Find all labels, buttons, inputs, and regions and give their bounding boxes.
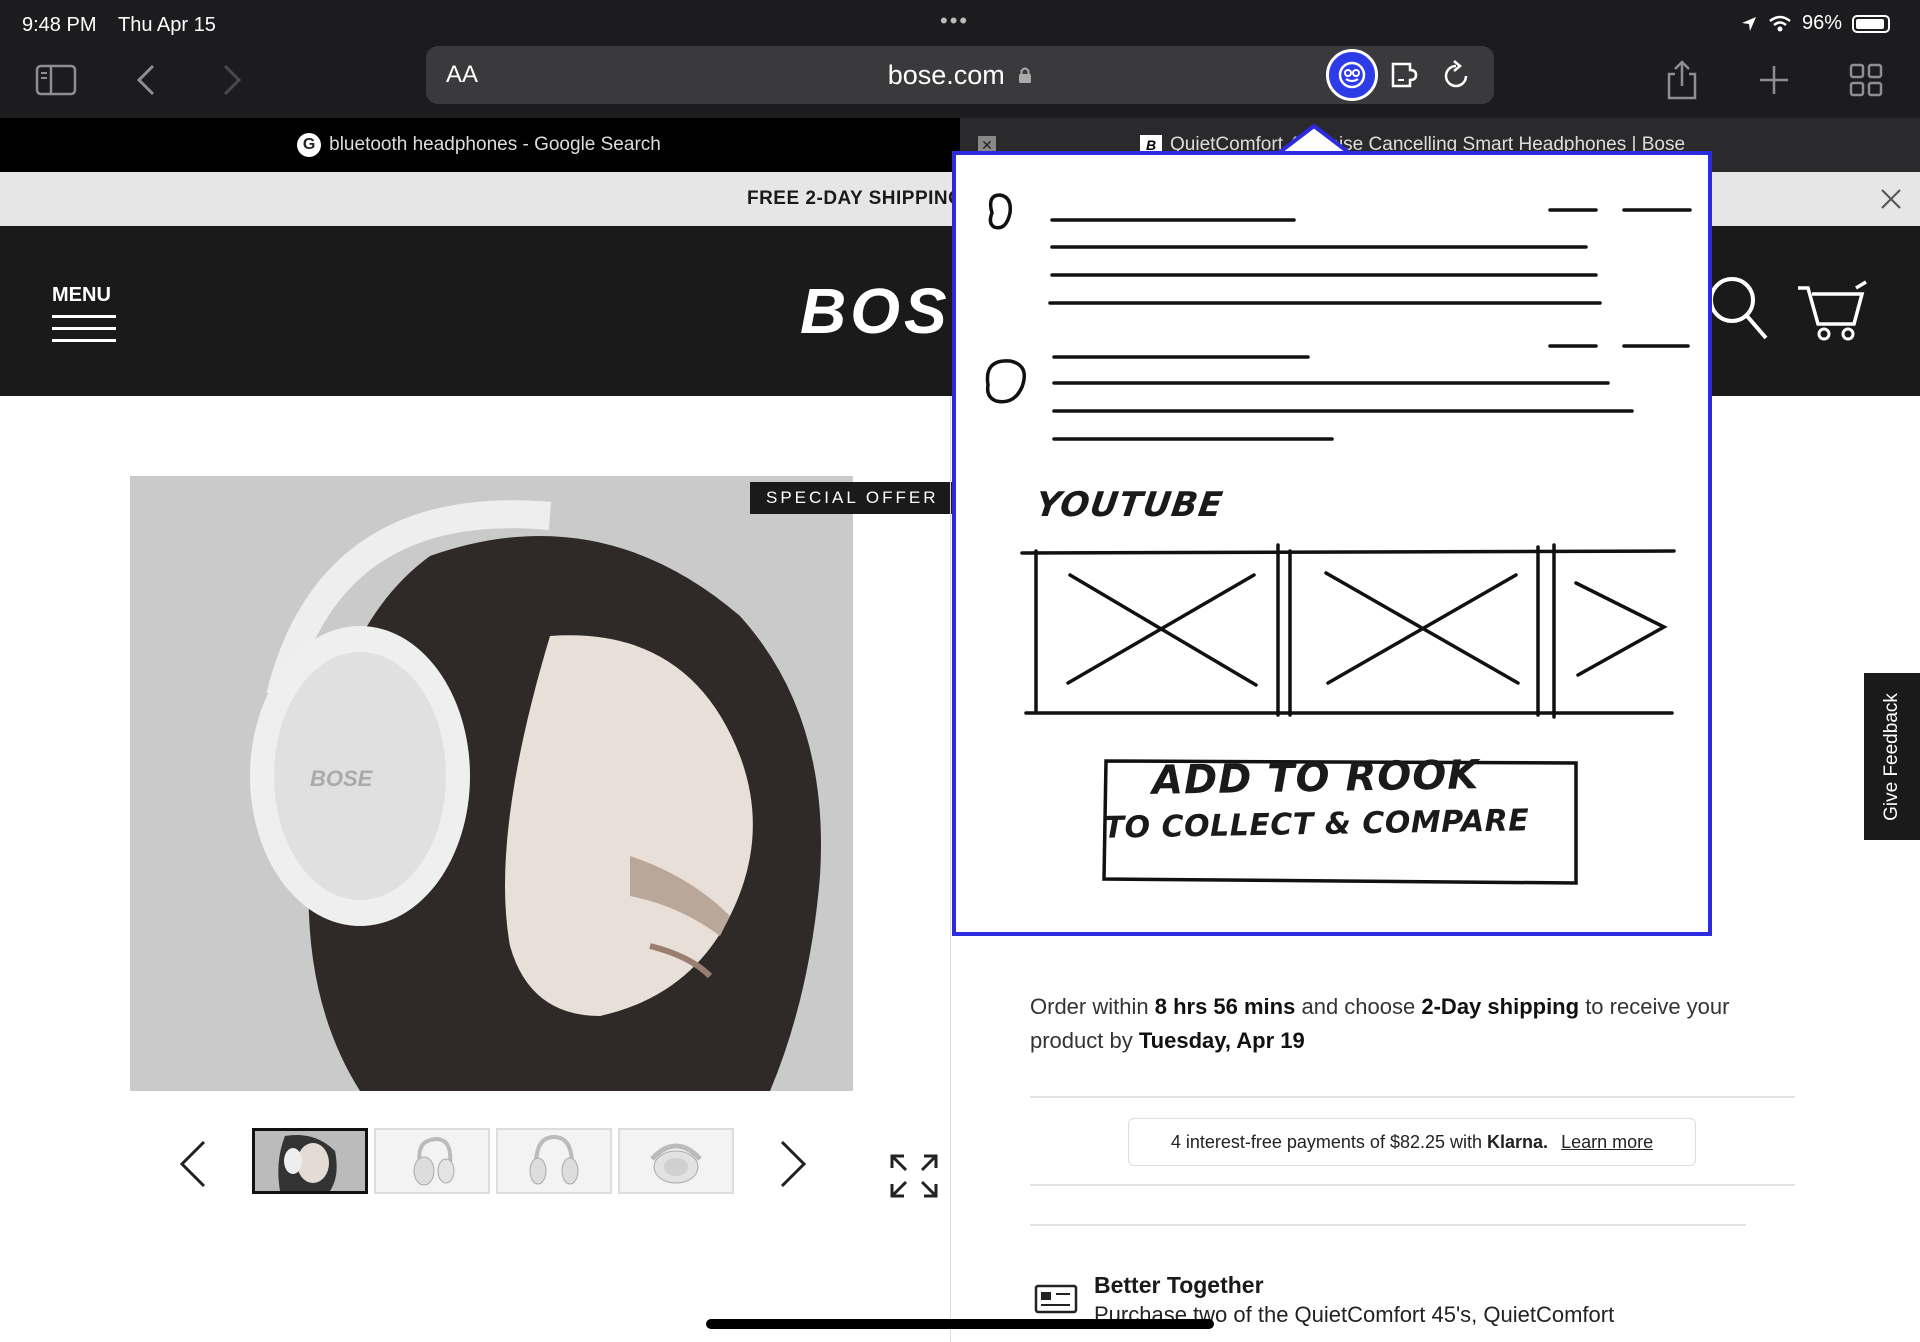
tab-title: bluetooth headphones - Google Search — [329, 134, 661, 155]
menu-button[interactable]: MENU — [52, 284, 116, 351]
forward-button[interactable] — [206, 54, 258, 106]
chevron-left-icon[interactable] — [174, 1138, 214, 1190]
battery-icon — [1852, 14, 1890, 33]
divider — [1030, 1096, 1795, 1098]
plus-icon — [1760, 66, 1788, 94]
status-date: Thu Apr 15 — [118, 14, 216, 36]
reload-icon — [1444, 60, 1468, 88]
order-text: and choose — [1301, 994, 1416, 1019]
url-text: bose.com — [887, 60, 1005, 90]
menu-label: MENU — [52, 284, 111, 306]
address-bar[interactable]: AA bose.com — [426, 46, 1494, 104]
cta-line-1: ADD TO ROOK — [1151, 752, 1480, 804]
tab-google-search[interactable]: G bluetooth headphones - Google Search — [0, 118, 958, 172]
hamburger-icon — [52, 315, 116, 342]
klarna-brand: Klarna. — [1487, 1132, 1549, 1152]
rook-extension-button[interactable] — [1326, 49, 1378, 101]
thumbnail-1[interactable] — [252, 1128, 368, 1194]
headphones-side-image — [413, 1136, 455, 1186]
reload-button[interactable] — [1440, 58, 1472, 97]
add-to-rook-button[interactable]: ADD TO ROOK TO COLLECT & COMPARE — [1085, 751, 1546, 846]
divider — [1030, 1184, 1795, 1186]
delivery-date: Tuesday, Apr 19 — [1138, 1028, 1305, 1053]
wifi-icon — [1769, 15, 1791, 31]
chevron-right-icon[interactable] — [772, 1138, 812, 1190]
back-button[interactable] — [120, 54, 172, 106]
klarna-payment-banner: 4 interest-free payments of $82.25 with … — [1128, 1118, 1696, 1166]
cart-icon[interactable] — [1796, 280, 1868, 342]
battery-percent: 96% — [1801, 12, 1842, 34]
headphones-folded-image — [650, 1143, 702, 1184]
feedback-label: Give Feedback — [1881, 692, 1902, 821]
extensions-button[interactable] — [1388, 56, 1426, 99]
column-divider — [950, 396, 951, 1342]
home-indicator[interactable] — [706, 1319, 1214, 1329]
location-icon — [1741, 16, 1756, 31]
puzzle-icon — [1391, 62, 1418, 88]
expand-icon[interactable] — [888, 1152, 940, 1200]
headphones-model-image: BOSE — [130, 476, 853, 1091]
klarna-text: 4 interest-free payments of $82.25 with — [1170, 1132, 1483, 1152]
close-icon[interactable] — [1876, 184, 1906, 214]
order-time-left: 8 hrs 56 mins — [1154, 994, 1296, 1019]
chevron-left-icon — [136, 64, 155, 96]
status-indicators: 96% — [1740, 12, 1890, 35]
divider — [1030, 1224, 1746, 1226]
grid-icon — [1849, 63, 1883, 97]
headphones-front-image — [529, 1134, 579, 1185]
new-tab-button[interactable] — [1748, 54, 1800, 106]
share-button[interactable] — [1656, 54, 1708, 106]
lock-icon — [1019, 67, 1032, 83]
klarna-learn-more-link[interactable]: Learn more — [1561, 1132, 1653, 1152]
thumbnail-model-image — [255, 1131, 365, 1191]
shipping-method: 2-Day shipping — [1421, 994, 1580, 1019]
bundle-icon — [1034, 1284, 1078, 1314]
status-time: 9:48 PM — [22, 14, 97, 36]
give-feedback-button[interactable]: Give Feedback — [1864, 673, 1920, 840]
tab-overview-button[interactable] — [1840, 54, 1892, 106]
share-icon — [1667, 60, 1697, 100]
thumbnail-3[interactable] — [496, 1128, 612, 1194]
thumbnail-4[interactable] — [618, 1128, 734, 1194]
delivery-estimate: Order within 8 hrs 56 mins and choose 2-… — [1030, 990, 1790, 1058]
order-text: Order within — [1030, 994, 1149, 1019]
browser-toolbar: AA bose.com — [0, 46, 1920, 118]
status-bar: 9:48 PM Thu Apr 15 ••• 96% — [0, 0, 1920, 46]
thumbnail-2[interactable] — [374, 1128, 490, 1194]
search-icon[interactable] — [1706, 274, 1770, 342]
better-together-title: Better Together — [1094, 1272, 1264, 1298]
rook-extension-popup[interactable]: YOUTUBE ADD TO ROOK TO COLLECT & COMPARE — [952, 151, 1712, 936]
sidebar-icon — [35, 64, 77, 96]
chevron-right-icon — [223, 64, 242, 96]
special-offer-badge: SPECIAL OFFER — [750, 482, 955, 514]
multitasking-dots[interactable]: ••• — [940, 8, 969, 34]
svg-text:BOSE: BOSE — [310, 766, 374, 791]
google-favicon-icon: G — [297, 133, 322, 157]
thumbnail-strip — [252, 1128, 734, 1194]
sidebar-toggle-button[interactable] — [30, 54, 82, 106]
product-hero-image[interactable]: BOSE — [130, 476, 853, 1091]
rook-icon — [1338, 61, 1366, 89]
youtube-section-label: YOUTUBE — [1033, 485, 1226, 525]
